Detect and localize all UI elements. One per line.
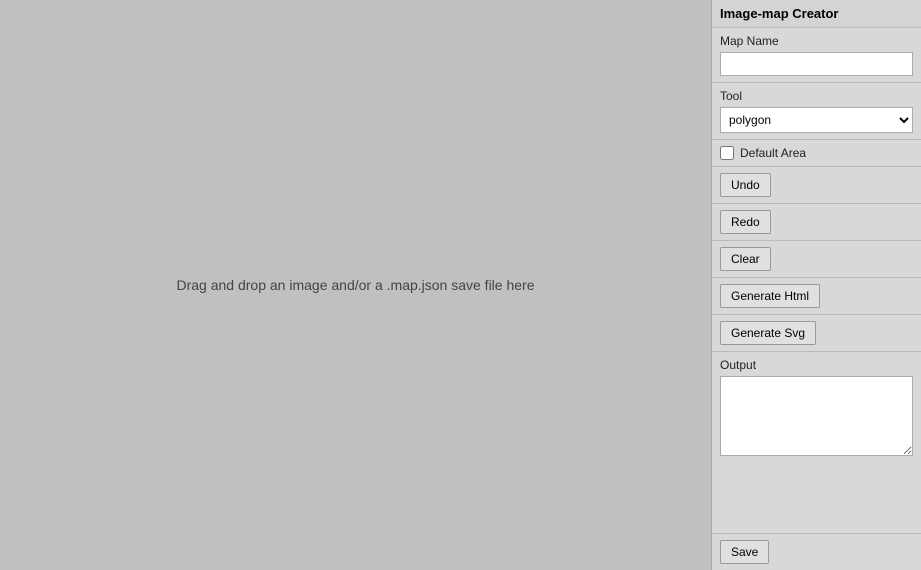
clear-button[interactable]: Clear <box>720 247 771 271</box>
tool-section: Tool polygon rectangle circle <box>712 83 921 140</box>
undo-section: Undo <box>712 167 921 204</box>
default-area-checkbox[interactable] <box>720 146 734 160</box>
sidebar: Image-map Creator Map Name Tool polygon … <box>711 0 921 570</box>
tool-select[interactable]: polygon rectangle circle <box>720 107 913 133</box>
map-name-section: Map Name <box>712 28 921 83</box>
generate-svg-section: Generate Svg <box>712 315 921 352</box>
tool-label: Tool <box>720 89 913 103</box>
generate-html-section: Generate Html <box>712 278 921 315</box>
map-name-input[interactable] <box>720 52 913 76</box>
output-textarea[interactable] <box>720 376 913 456</box>
redo-section: Redo <box>712 204 921 241</box>
sidebar-title: Image-map Creator <box>712 0 921 28</box>
save-button[interactable]: Save <box>720 540 769 564</box>
map-name-label: Map Name <box>720 34 913 48</box>
save-section: Save <box>712 534 921 570</box>
drop-zone-text: Drag and drop an image and/or a .map.jso… <box>177 277 535 293</box>
drop-zone[interactable]: Drag and drop an image and/or a .map.jso… <box>0 0 711 570</box>
default-area-label: Default Area <box>740 146 806 160</box>
output-section: Output <box>712 352 921 534</box>
output-label: Output <box>720 358 913 372</box>
redo-button[interactable]: Redo <box>720 210 771 234</box>
generate-svg-button[interactable]: Generate Svg <box>720 321 816 345</box>
generate-html-button[interactable]: Generate Html <box>720 284 820 308</box>
default-area-row: Default Area <box>712 140 921 167</box>
undo-button[interactable]: Undo <box>720 173 771 197</box>
clear-section: Clear <box>712 241 921 278</box>
